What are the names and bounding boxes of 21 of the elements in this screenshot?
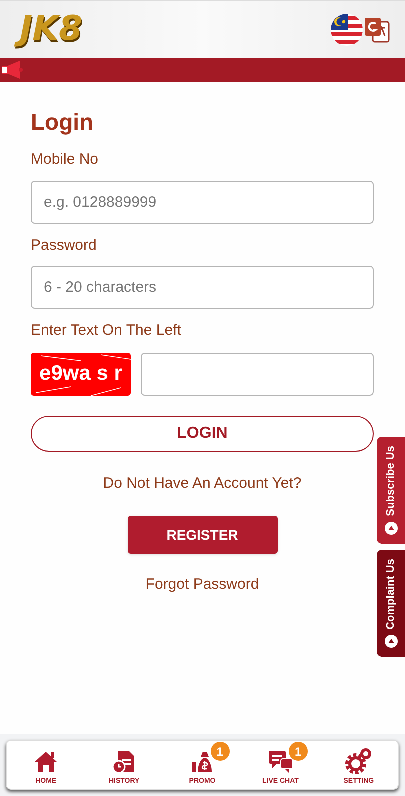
side-tab[interactable]: Complaint Us (377, 550, 405, 657)
flag-icon[interactable] (331, 14, 363, 46)
field-label: Mobile No (31, 150, 100, 170)
forgot-password-link[interactable]: Forgot Password (146, 574, 260, 596)
field-label: Password (31, 236, 98, 256)
field-label: Enter Text On The Left (31, 321, 182, 341)
count-badge: 1 (288, 742, 308, 761)
account-prompt: Do Not Have An Account Yet? (102, 474, 303, 494)
megaphone-icon (0, 60, 24, 80)
arrow-up-icon (384, 635, 398, 648)
input-field[interactable]: 6 - 20 characters (31, 266, 374, 309)
arrow-up-icon (384, 522, 398, 536)
input-field[interactable]: e.g. 0128889999 (31, 180, 374, 224)
captcha-input[interactable] (141, 352, 374, 396)
side-tab[interactable]: Subscribe Us (377, 437, 405, 544)
gears-icon (344, 748, 373, 776)
register-button[interactable]: REGISTER (128, 516, 278, 554)
captcha-image: e9wa s r (31, 352, 131, 396)
count-badge: 1 (210, 742, 230, 761)
login-button[interactable]: LOGIN (31, 416, 374, 452)
login-title: Login (31, 108, 95, 136)
